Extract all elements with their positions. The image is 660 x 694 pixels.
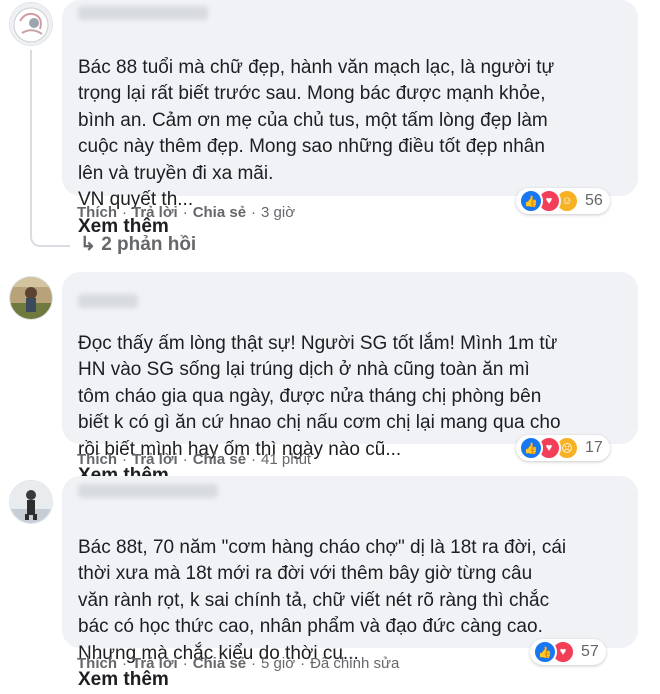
reactions-summary[interactable]: 👍 ♥ ☺ 56 [516,188,610,214]
reactions-summary[interactable]: 👍 ♥ ☹ 17 [516,435,610,461]
comment-time[interactable]: 41 phút [261,451,311,468]
separator-dot: · [251,451,257,468]
comment-bubble: Đọc thấy ấm lòng thật sự! Người SG tốt l… [62,272,638,486]
separator-dot: · [182,204,188,221]
like-icon: 👍 [519,189,543,213]
share-button[interactable]: Chia sẻ [193,655,246,672]
comment-text: Bác 88t, 70 năm "cơm hàng cháo chợ" dị l… [78,536,567,664]
separator-dot: · [251,204,257,221]
avatar[interactable] [9,2,53,46]
reaction-count: 17 [585,439,603,456]
avatar[interactable] [9,480,53,524]
reaction-count: 57 [581,643,599,660]
comment-time[interactable]: 5 giờ [261,655,295,672]
separator-dot: · [251,655,257,672]
reaction-count: 56 [585,192,603,209]
separator-dot: · [122,655,127,672]
share-button[interactable]: Chia sẻ [193,204,246,221]
separator-dot: · [182,655,188,672]
separator-dot: · [300,655,306,672]
reactions-summary[interactable]: 👍 ♥ 57 [530,639,606,665]
separator-dot: · [122,204,127,221]
separator-dot: · [122,451,127,468]
see-more-link[interactable]: Xem thêm [78,669,169,690]
like-button[interactable]: Thích [77,204,117,221]
share-button[interactable]: Chia sẻ [193,451,246,468]
like-button[interactable]: Thích [77,451,117,468]
edited-label[interactable]: Đã chỉnh sửa [310,655,399,672]
replies-count: 2 phản hồi [101,234,197,255]
comment-time[interactable]: 3 giờ [261,204,295,221]
avatar-image [10,277,52,319]
like-icon: 👍 [533,640,557,664]
like-icon: 👍 [519,436,543,460]
comment-actions: Thích · Trả lời · Chia sẻ · 3 giờ [77,204,295,221]
reply-arrow-icon: ↳ [80,234,96,255]
avatar[interactable] [9,276,53,320]
commenter-name-redacted[interactable] [78,484,218,498]
comment-bubble: Bác 88t, 70 năm "cơm hàng cháo chợ" dị l… [62,476,638,690]
comment-actions: Thích · Trả lời · Chia sẻ · 5 giờ · Đã chỉnh sửa [77,655,399,672]
comment-actions: Thích · Trả lời · Chia sẻ · 41 phút [77,451,311,468]
separator-dot: · [182,451,188,468]
avatar-image [10,3,52,45]
like-button[interactable]: Thích [77,655,117,672]
avatar-image [10,481,52,523]
comment-text: Đọc thấy ấm lòng thật sự! Người SG tốt l… [78,332,561,460]
reply-button[interactable]: Trả lời [132,655,178,672]
commenter-name-redacted[interactable] [78,6,208,20]
reply-button[interactable]: Trả lời [132,204,178,221]
comment-text: Bác 88 tuổi mà chữ đẹp, hành văn mạch lạ… [78,56,555,211]
view-replies-link[interactable]: ↳ 2 phản hồi [80,233,196,256]
reply-button[interactable]: Trả lời [132,451,178,468]
comment-bubble: Bác 88 tuổi mà chữ đẹp, hành văn mạch lạ… [62,0,638,237]
